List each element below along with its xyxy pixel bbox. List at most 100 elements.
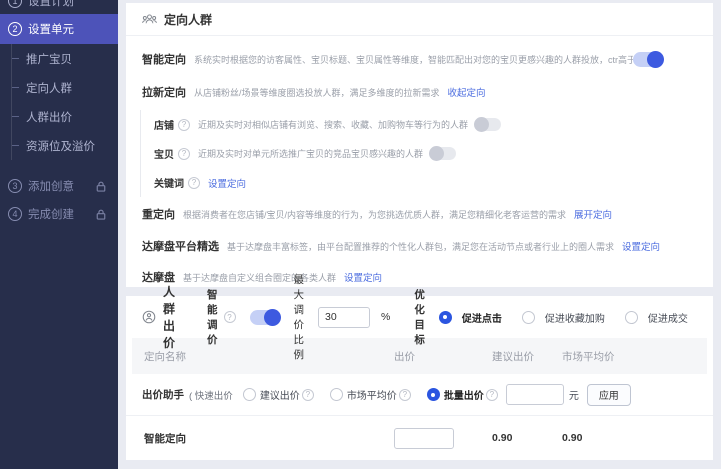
step-number-4: 4 <box>8 207 22 221</box>
sidebar-item-audience-bid[interactable]: 人群出价 <box>12 102 118 131</box>
quick-bid-label: ( 快速出价 <box>189 388 233 402</box>
radio-market-avg-label[interactable]: 市场平均价 <box>347 387 397 402</box>
step-label: 完成创建 <box>28 206 74 222</box>
info-icon[interactable]: ? <box>486 389 498 401</box>
smart-adjust-toggle[interactable] <box>250 310 280 325</box>
keyword-label: 关键词 <box>154 175 184 190</box>
item-label: 宝贝 <box>154 146 174 161</box>
smart-targeting-row: 智能定向 系统实时根据您的访客属性、宝贝标题、宝贝属性等维度，智能匹配出对您的宝… <box>142 51 697 67</box>
smart-adjust-label: 智能调价 <box>207 287 218 347</box>
pull-new-label: 拉新定向 <box>142 84 186 100</box>
wizard-sidebar: 1 设置计划 2 设置单元 推广宝贝 定向人群 人群出价 资源位及溢价 3 添加… <box>0 0 118 469</box>
dmp-desc: 基于达摩盘自定义组合圈定的各类人群 <box>183 271 336 284</box>
audience-bid-card: 人群出价 智能调价 ? 最大调价比例 % 优化目标 促进点击 促进收藏加购 促进… <box>126 296 713 460</box>
optimize-goal-label: 优化目标 <box>414 287 425 347</box>
keyword-targeting-row: 关键词 ? 设置定向 <box>154 168 697 197</box>
item-desc: 近期及实时对单元所选推广宝贝的竞品宝贝感兴趣的人群 <box>198 147 423 160</box>
collapse-targeting-link[interactable]: 收起定向 <box>448 85 486 99</box>
lock-icon <box>96 181 106 192</box>
card-title: 定向人群 <box>164 11 212 28</box>
sidebar-item-targeting-audience[interactable]: 定向人群 <box>12 73 118 102</box>
percent-sign: % <box>381 311 390 323</box>
dmp-row: 达摩盘 基于达摩盘自定义组合圈定的各类人群 设置定向 <box>142 269 697 285</box>
sub-item-label: 资源位及溢价 <box>26 138 95 154</box>
targeting-audience-card: 定向人群 智能定向 系统实时根据您的访客属性、宝贝标题、宝贝属性等维度，智能匹配… <box>126 3 713 287</box>
keyword-set-targeting-link[interactable]: 设置定向 <box>208 176 246 190</box>
expand-targeting-link[interactable]: 展开定向 <box>574 207 612 221</box>
step-label: 设置计划 <box>28 0 74 9</box>
radio-suggest-bid-label[interactable]: 建议出价 <box>260 387 300 402</box>
step-number-1: 1 <box>8 0 22 8</box>
info-icon[interactable]: ? <box>224 311 236 323</box>
card-title: 人群出价 <box>163 283 175 351</box>
dmp-platform-desc: 基于达摩盘丰富标签，由平台配置推荐的个性化人群包，满足您在活动节点或者行业上的圈… <box>227 240 614 253</box>
radio-suggest-bid[interactable] <box>243 388 256 401</box>
col-bid: 出价 <box>394 349 492 364</box>
bulk-bid-input[interactable] <box>506 384 564 405</box>
dmp-set-link[interactable]: 设置定向 <box>344 270 382 284</box>
retarget-label: 重定向 <box>142 206 175 222</box>
retarget-desc: 根据消费者在您店铺/宝贝/内容等维度的行为，为您挑选优质人群，满足您精细化老客运… <box>183 208 566 221</box>
sidebar-item-promo-item[interactable]: 推广宝贝 <box>12 44 118 73</box>
col-market-avg: 市场平均价 <box>562 349 707 364</box>
step-label: 添加创意 <box>28 178 74 194</box>
smart-targeting-desc: 系统实时根据您的访客属性、宝贝标题、宝贝属性等维度，智能匹配出对您的宝贝更感兴趣… <box>194 53 633 66</box>
shop-targeting-row: 店铺 ? 近期及实时对相似店铺有浏览、搜索、收藏、加购物车等行为的人群 <box>154 110 697 139</box>
info-icon[interactable]: ? <box>178 119 190 131</box>
dmp-platform-set-link[interactable]: 设置定向 <box>622 239 660 253</box>
radio-promote-deal-label[interactable]: 促进成交 <box>648 310 688 325</box>
radio-bulk-bid[interactable] <box>427 388 440 401</box>
radio-promote-click[interactable] <box>439 311 452 324</box>
sidebar-step-set-unit[interactable]: 2 设置单元 <box>0 14 118 44</box>
info-icon[interactable]: ? <box>302 389 314 401</box>
shop-targeting-toggle[interactable] <box>475 118 501 131</box>
col-targeting-name: 定向名称 <box>144 349 394 364</box>
sidebar-item-placement-premium[interactable]: 资源位及溢价 <box>12 131 118 160</box>
step-label: 设置单元 <box>28 21 74 37</box>
dmp-platform-label: 达摩盘平台精选 <box>142 238 219 254</box>
yuan-unit: 元 <box>569 387 579 402</box>
step-number-3: 3 <box>8 179 22 193</box>
sidebar-step-set-plan[interactable]: 1 设置计划 <box>0 0 118 14</box>
sub-item-label: 人群出价 <box>26 109 72 125</box>
dmp-platform-row: 达摩盘平台精选 基于达摩盘丰富标签，由平台配置推荐的个性化人群包，满足您在活动节… <box>142 238 697 254</box>
info-icon[interactable]: ? <box>178 148 190 160</box>
bid-helper-row: 出价助手 ( 快速出价 建议出价 ? 市场平均价 ? 批量出价 ? 元 应用 <box>126 374 713 416</box>
bid-input[interactable] <box>394 428 454 449</box>
col-suggest-bid: 建议出价 <box>492 349 562 364</box>
apply-button[interactable]: 应用 <box>587 384 631 406</box>
radio-promote-favorite-label[interactable]: 促进收藏加购 <box>545 310 605 325</box>
bid-helper-label: 出价助手 <box>142 387 184 402</box>
sidebar-step-add-creative[interactable]: 3 添加创意 <box>0 172 118 200</box>
max-ratio-input[interactable] <box>318 307 370 328</box>
radio-bulk-bid-label[interactable]: 批量出价 <box>444 387 484 402</box>
retarget-row: 重定向 根据消费者在您店铺/宝贝/内容等维度的行为，为您挑选优质人群，满足您精细… <box>142 206 697 222</box>
radio-promote-favorite[interactable] <box>522 311 535 324</box>
row-targeting-name: 智能定向 <box>144 431 394 446</box>
item-targeting-row: 宝贝 ? 近期及实时对单元所选推广宝贝的竞品宝贝感兴趣的人群 <box>154 139 697 168</box>
smart-targeting-toggle[interactable] <box>633 52 663 67</box>
shop-desc: 近期及实时对相似店铺有浏览、搜索、收藏、加购物车等行为的人群 <box>198 118 468 131</box>
sidebar-sub-list: 推广宝贝 定向人群 人群出价 资源位及溢价 <box>11 44 118 160</box>
radio-promote-deal[interactable] <box>625 311 638 324</box>
info-icon[interactable]: ? <box>188 177 200 189</box>
table-row-smart-targeting: 智能定向 0.90 0.90 <box>132 416 707 460</box>
bid-card-header: 人群出价 智能调价 ? 最大调价比例 % 优化目标 促进点击 促进收藏加购 促进… <box>126 296 713 338</box>
lock-icon <box>96 209 106 220</box>
radio-promote-click-label[interactable]: 促进点击 <box>462 310 502 325</box>
pull-new-row: 拉新定向 从店铺粉丝/场景等维度圈选投放人群，满足多维度的拉新需求 收起定向 <box>142 84 697 100</box>
info-icon[interactable]: ? <box>399 389 411 401</box>
sidebar-step-finish-create[interactable]: 4 完成创建 <box>0 200 118 228</box>
sub-item-label: 定向人群 <box>26 80 72 96</box>
sub-item-label: 推广宝贝 <box>26 51 72 67</box>
smart-targeting-label: 智能定向 <box>142 51 186 67</box>
market-avg-value: 0.90 <box>562 432 707 444</box>
bid-icon <box>142 310 156 324</box>
pull-new-sub-block: 店铺 ? 近期及实时对相似店铺有浏览、搜索、收藏、加购物车等行为的人群 宝贝 ?… <box>140 110 697 197</box>
bid-card-title-wrap: 人群出价 <box>142 283 175 351</box>
item-targeting-toggle[interactable] <box>430 147 456 160</box>
radio-market-avg[interactable] <box>330 388 343 401</box>
targeting-card-header: 定向人群 <box>126 3 713 36</box>
shop-label: 店铺 <box>154 117 174 132</box>
suggest-bid-value: 0.90 <box>492 432 562 444</box>
